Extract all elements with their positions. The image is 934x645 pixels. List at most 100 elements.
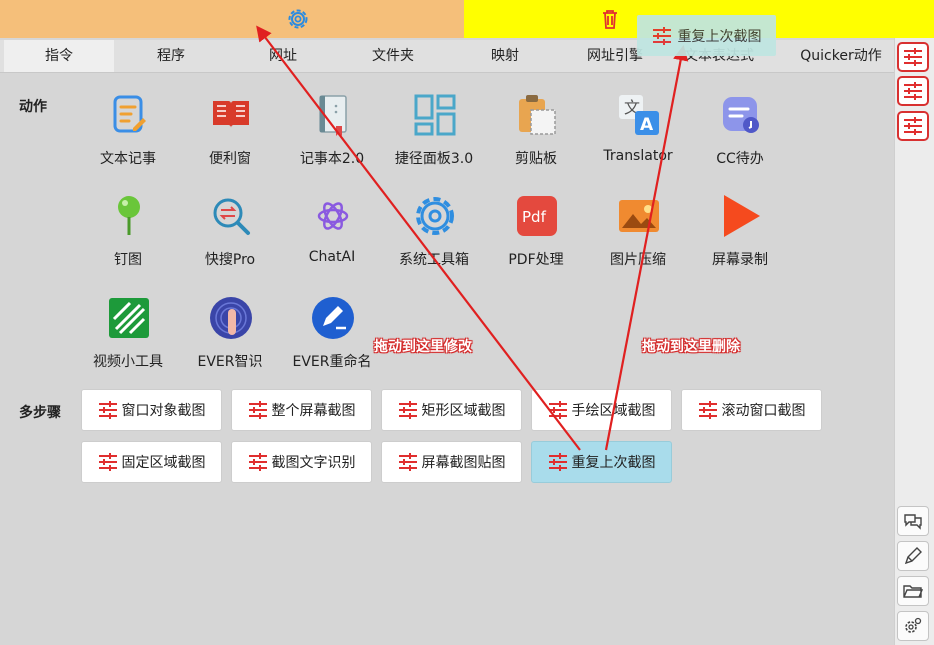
drag-preview-label: 重复上次截图 (677, 28, 762, 45)
rail-settings-button[interactable] (897, 611, 929, 641)
action-label: 系统工具箱 (399, 252, 469, 268)
chatai-icon (317, 202, 349, 230)
action-quick-search[interactable]: 快搜Pro (182, 193, 278, 289)
rename-icon (312, 297, 354, 339)
rail-folder-button[interactable] (897, 576, 929, 606)
action-screen-record[interactable]: 屏幕录制 (692, 193, 788, 289)
annotation-drag-to-edit: 拖动到这里修改 (374, 339, 472, 355)
tab-mappings[interactable]: 映射 (450, 40, 560, 72)
rail-step-button-2[interactable] (897, 76, 929, 106)
section-title-actions: 动作 (19, 99, 47, 115)
tab-programs[interactable]: 程序 (116, 40, 226, 72)
drop-zone-edit[interactable] (0, 0, 464, 38)
tab-quicker-actions[interactable]: Quicker动作 (786, 40, 896, 72)
rail-step-button-3[interactable] (897, 111, 929, 141)
rail-chat-button[interactable] (897, 506, 929, 536)
action-label: Translator (603, 148, 673, 164)
action-pin-image[interactable]: 钉图 (80, 193, 176, 289)
folder-icon (903, 585, 923, 598)
sliders-icon (248, 453, 267, 471)
action-label: CC待办 (716, 151, 764, 167)
sliders-icon (548, 453, 567, 471)
tab-urls[interactable]: 网址 (228, 40, 338, 72)
action-translator[interactable]: 文 A Translator (590, 92, 686, 188)
step-label: 重复上次截图 (571, 455, 656, 471)
sliders-icon (98, 401, 117, 419)
step-label: 矩形区域截图 (421, 403, 506, 419)
tab-folders[interactable]: 文件夹 (338, 40, 448, 72)
chat-icon (904, 514, 922, 530)
sliders-icon (904, 82, 922, 100)
step-label: 整个屏幕截图 (271, 403, 356, 419)
action-pdf[interactable]: Pdf PDF处理 (488, 193, 584, 289)
drag-preview: 重复上次截图 (637, 15, 776, 56)
action-clipboard[interactable]: 剪贴板 (488, 92, 584, 188)
action-label: 记事本2.0 (299, 151, 365, 167)
action-image-compress[interactable]: 图片压缩 (590, 193, 686, 289)
pin-icon (118, 196, 140, 235)
step-window-object-screenshot[interactable]: 窗口对象截图 (81, 389, 222, 431)
sliders-icon (398, 453, 417, 471)
step-screenshot-pin[interactable]: 屏幕截图贴图 (381, 441, 522, 483)
pen-icon (904, 547, 922, 565)
action-label: 捷径面板3.0 (394, 151, 474, 167)
translate-icon: 文 A (619, 95, 659, 135)
action-label: 文本记事 (100, 151, 156, 167)
tab-commands[interactable]: 指令 (4, 40, 114, 72)
sliders-icon (904, 48, 922, 66)
step-label: 窗口对象截图 (121, 403, 206, 419)
step-scrolling-screenshot[interactable]: 滚动窗口截图 (681, 389, 822, 431)
action-label: EVER重命名 (292, 354, 372, 370)
search-icon (213, 198, 250, 235)
sliders-icon (98, 453, 117, 471)
action-ever-rename[interactable]: EVER重命名 (284, 295, 380, 391)
action-label: 剪贴板 (515, 151, 557, 167)
step-fixed-region-screenshot[interactable]: 固定区域截图 (81, 441, 222, 483)
action-text-note[interactable]: 文本记事 (80, 92, 176, 188)
action-shortcut-panel[interactable]: 捷径面板3.0 (386, 92, 482, 188)
step-label: 截图文字识别 (271, 455, 356, 471)
sliders-icon (548, 401, 567, 419)
step-freehand-screenshot[interactable]: 手绘区域截图 (531, 389, 672, 431)
action-system-toolbox[interactable]: 系统工具箱 (386, 193, 482, 289)
section-title-steps: 多步骤 (19, 405, 61, 421)
action-label: 快搜Pro (204, 252, 256, 268)
video-icon (109, 298, 149, 338)
action-cc-todo[interactable]: CC待办 (692, 92, 788, 188)
action-notebook[interactable]: 记事本2.0 (284, 92, 380, 188)
sliders-icon (248, 401, 267, 419)
notebook-icon (319, 95, 347, 136)
action-label: 图片压缩 (610, 252, 666, 268)
action-label: 视频小工具 (93, 354, 163, 370)
svg-text:Pdf: Pdf (522, 208, 547, 226)
image-icon (619, 200, 659, 232)
step-repeat-last-screenshot[interactable]: 重复上次截图 (531, 441, 672, 483)
todo-icon (723, 97, 759, 133)
sliders-icon (652, 26, 671, 45)
action-label: ChatAI (308, 249, 356, 265)
gear-icon (416, 197, 454, 235)
pdf-icon: Pdf (517, 196, 557, 236)
fingerprint-icon (210, 297, 252, 339)
sliders-icon (698, 401, 717, 419)
action-chatai[interactable]: ChatAI (284, 193, 380, 289)
gear-icon (288, 9, 308, 29)
book-icon (213, 101, 249, 128)
step-screenshot-ocr[interactable]: 截图文字识别 (231, 441, 372, 483)
action-ever-knowledge[interactable]: EVER智识 (182, 295, 278, 391)
step-label: 滚动窗口截图 (721, 403, 806, 419)
settings-icon (905, 617, 922, 633)
action-label: PDF处理 (508, 252, 564, 268)
step-rectangle-screenshot[interactable]: 矩形区域截图 (381, 389, 522, 431)
action-label: 便利窗 (209, 151, 251, 167)
step-label: 手绘区域截图 (571, 403, 656, 419)
action-sticky-window[interactable]: 便利窗 (182, 92, 278, 188)
action-label: 钉图 (114, 252, 142, 268)
clipboard-icon (519, 95, 556, 135)
rail-step-button-1[interactable] (897, 42, 929, 72)
rail-edit-button[interactable] (897, 541, 929, 571)
action-video-tool[interactable]: 视频小工具 (80, 295, 176, 391)
step-full-screen-screenshot[interactable]: 整个屏幕截图 (231, 389, 372, 431)
note-icon (113, 95, 146, 133)
sliders-icon (904, 117, 922, 135)
